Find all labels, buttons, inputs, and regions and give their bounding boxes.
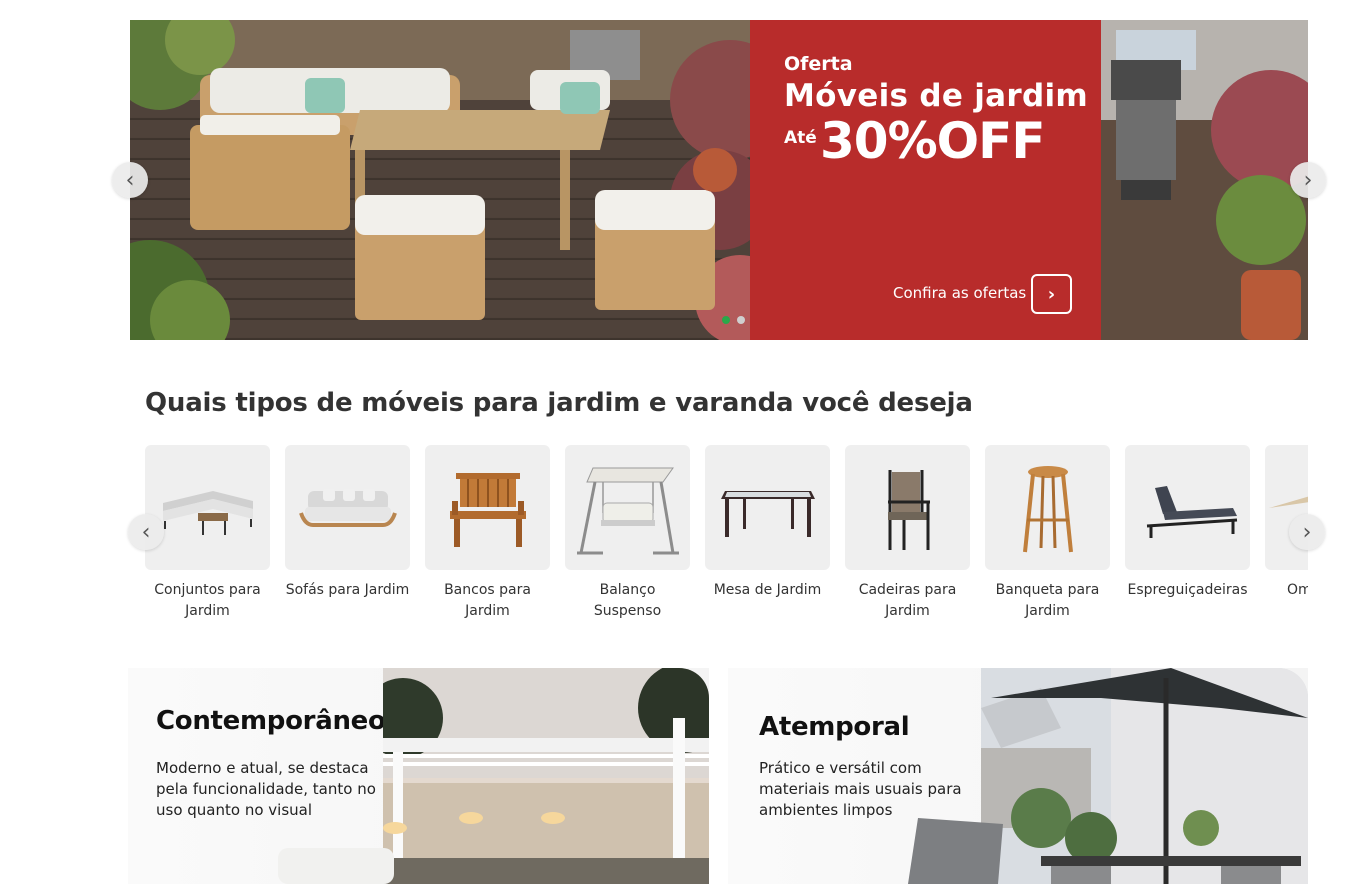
category-label: Conjuntos para Jardim [154, 582, 261, 619]
swing-chair-icon [565, 445, 690, 570]
hero-promo-panel: Oferta Móveis de jardim Até 30%OFF Confi… [750, 20, 1101, 340]
promo-cta-button[interactable]: › [1031, 274, 1072, 314]
promo-cta-label[interactable]: Confira as ofertas [893, 284, 1026, 302]
category-item[interactable]: Espreguiçadeiras [1125, 445, 1250, 601]
garden-chair-icon [845, 445, 970, 570]
hero-dot-1[interactable] [722, 316, 730, 324]
umbrella-patio-photo [981, 668, 1308, 884]
categories-next-button[interactable]: › [1289, 514, 1325, 550]
cushion-decoration [278, 848, 394, 884]
style-description: Prático e versátil com materiais mais us… [759, 759, 962, 819]
promo-title: Móveis de jardim [784, 78, 1089, 114]
category-label: Sofás para Jardim [285, 582, 410, 598]
category-label: Om [1287, 582, 1308, 598]
hero-dot-2[interactable] [737, 316, 745, 324]
category-label: Cadeiras para Jardim [858, 582, 957, 619]
hero-banner[interactable]: Oferta Móveis de jardim Até 30%OFF Confi… [130, 20, 1308, 340]
hero-next-button[interactable]: › [1290, 162, 1326, 198]
hero-prev-button[interactable]: ‹ [112, 162, 148, 198]
chevron-right-icon: › [1303, 167, 1313, 193]
sun-lounger-icon [1125, 445, 1250, 570]
category-item[interactable]: Sofás para Jardim [285, 445, 410, 601]
style-description: Moderno e atual, se destaca pela funcion… [156, 759, 376, 819]
style-title: Contemporâneo [156, 706, 386, 736]
category-item[interactable]: Banqueta para Jardim [985, 445, 1110, 622]
garden-sofa-icon [285, 445, 410, 570]
category-item[interactable]: Bancos para Jardim [425, 445, 550, 622]
wooden-bench-icon [425, 445, 550, 570]
categories-title: Quais tipos de móveis para jardim e vara… [145, 388, 973, 418]
style-card-contemporary[interactable]: Contemporâneo Moderno e atual, se destac… [128, 668, 709, 884]
categories-prev-button[interactable]: ‹ [128, 514, 164, 550]
umbrella-icon [1265, 445, 1308, 570]
promo-discount: 30%OFF [820, 112, 1045, 170]
category-carousel: Conjuntos para Jardim Sofás para Jardim [145, 445, 1308, 630]
category-label: Balanço Suspenso [593, 582, 662, 619]
category-item[interactable]: Mesa de Jardim [705, 445, 830, 601]
category-label: Bancos para Jardim [444, 582, 531, 619]
hero-pagination [722, 316, 745, 324]
pergola-photo [383, 668, 709, 884]
chevron-right-icon: › [1302, 519, 1312, 545]
style-title: Atemporal [759, 712, 910, 742]
chevron-left-icon: ‹ [141, 519, 151, 545]
bar-stool-icon [985, 445, 1110, 570]
promo-kicker: Oferta [784, 53, 853, 75]
category-label: Banqueta para Jardim [995, 582, 1100, 619]
style-card-timeless[interactable]: Atemporal Prático e versátil com materia… [728, 668, 1308, 884]
category-item[interactable]: Balanço Suspenso [565, 445, 690, 622]
chair-decoration [908, 818, 1003, 884]
chevron-left-icon: ‹ [125, 167, 135, 193]
promo-upto: Até [784, 128, 817, 148]
chevron-right-icon: › [1047, 283, 1056, 305]
sectional-sofa-set-icon [145, 445, 270, 570]
hero-grill-photo [1101, 20, 1308, 340]
garden-table-icon [705, 445, 830, 570]
hero-patio-photo [130, 20, 750, 340]
category-label: Espreguiçadeiras [1127, 582, 1248, 598]
category-item[interactable]: Cadeiras para Jardim [845, 445, 970, 622]
category-label: Mesa de Jardim [713, 582, 822, 598]
